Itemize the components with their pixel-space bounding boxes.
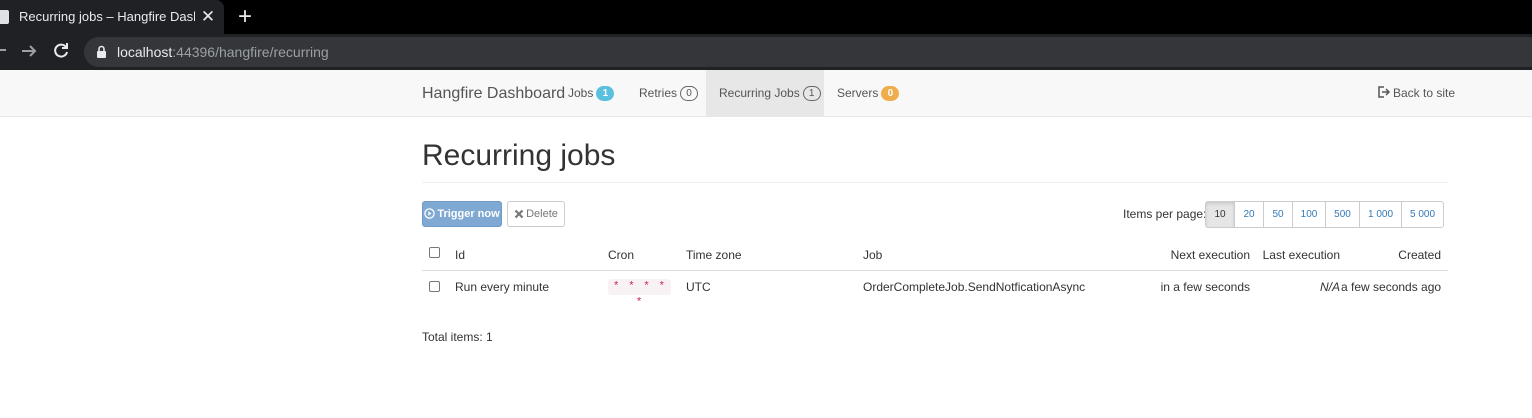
total-items-text: Total items: 1 (422, 330, 493, 344)
page-size-selector: 10 20 50 100 500 1 000 5 000 (1205, 201, 1444, 228)
nav-jobs-label: Jobs (568, 86, 594, 100)
trigger-now-button[interactable]: Trigger now (422, 201, 502, 227)
recurring-jobs-count-badge: 1 (802, 86, 821, 101)
page-size-option[interactable]: 100 (1292, 201, 1326, 228)
page-icon (0, 10, 9, 24)
column-header-last-execution: Last execution (1262, 248, 1340, 262)
table-header-divider (422, 270, 1448, 271)
cron-expression: * * * * * (608, 279, 671, 309)
back-arrow-icon[interactable] (0, 49, 6, 51)
created-cell: a few seconds ago (1341, 280, 1442, 294)
select-all-checkbox[interactable] (429, 247, 440, 258)
column-header-cron: Cron (608, 248, 635, 262)
column-header-next-execution: Next execution (1170, 248, 1250, 262)
back-to-site-link[interactable]: Back to site (1378, 84, 1455, 102)
column-header-id: Id (455, 248, 466, 262)
nav-recurring-jobs[interactable]: Recurring Jobs 1 (706, 70, 824, 116)
log-out-icon (1378, 86, 1391, 98)
page-size-option[interactable]: 1 000 (1359, 201, 1402, 228)
remove-icon (514, 209, 524, 219)
back-to-site-label: Back to site (1393, 86, 1456, 100)
brand-link[interactable]: Hangfire Dashboard (422, 84, 565, 104)
column-header-time-zone: Time zone (686, 248, 742, 262)
servers-count-badge: 0 (881, 86, 900, 101)
url-text: localhost:44396/hangfire/recurring (117, 44, 329, 60)
nav-retries-label: Retries (639, 86, 678, 100)
page-size-option[interactable]: 20 (1234, 201, 1264, 228)
trigger-now-label: Trigger now (437, 208, 500, 220)
address-bar[interactable]: localhost:44396/hangfire/recurring (84, 37, 1532, 67)
jobs-count-badge: 1 (596, 86, 615, 101)
nav-recurring-jobs-label: Recurring Jobs (719, 86, 800, 100)
delete-label: Delete (526, 208, 558, 220)
next-execution-cell: in a few seconds (1160, 280, 1250, 294)
lock-icon (97, 45, 106, 58)
nav-jobs[interactable]: Jobs 1 (568, 70, 615, 116)
title-divider (422, 182, 1448, 183)
new-tab-button[interactable]: + (234, 5, 256, 29)
dashboard-navbar: Hangfire Dashboard Jobs 1 Retries 0 Recurr… (0, 70, 1532, 117)
browser-toolbar: localhost:44396/hangfire/recurring (0, 34, 1532, 70)
column-header-created: Created (1398, 248, 1441, 262)
row-checkbox[interactable] (429, 281, 440, 292)
page-size-option[interactable]: 10 (1205, 201, 1235, 228)
items-per-page-label: Items per page: (1123, 207, 1207, 221)
last-execution-cell: N/A (1319, 280, 1340, 294)
browser-tab-strip: Recurring jobs – Hangfire Dashbo ✕ + (0, 0, 1532, 34)
browser-tab[interactable]: Recurring jobs – Hangfire Dashbo ✕ (0, 0, 224, 34)
reload-icon[interactable] (52, 41, 70, 61)
job-method-cell: OrderCompleteJob.SendNotficationAsync (863, 280, 1086, 294)
time-zone-cell: UTC (686, 280, 711, 294)
nav-servers[interactable]: Servers 0 (837, 70, 900, 116)
page-size-option[interactable]: 5 000 (1401, 201, 1444, 228)
job-id-link[interactable]: Run every minute (455, 279, 549, 295)
close-tab-icon[interactable]: ✕ (199, 8, 217, 26)
play-circle-icon (424, 208, 436, 219)
nav-servers-label: Servers (837, 86, 879, 100)
retries-count-badge: 0 (680, 86, 699, 101)
tab-title: Recurring jobs – Hangfire Dashbo (19, 9, 195, 24)
nav-retries[interactable]: Retries 0 (639, 70, 699, 116)
column-header-job: Job (863, 248, 883, 262)
delete-button[interactable]: Delete (507, 201, 565, 227)
page-title: Recurring jobs (422, 139, 616, 172)
url-host: localhost (117, 44, 173, 60)
page-size-option[interactable]: 50 (1263, 201, 1293, 228)
page-size-option[interactable]: 500 (1325, 201, 1360, 228)
forward-arrow-icon[interactable] (20, 41, 38, 61)
url-path: :44396/hangfire/recurring (172, 44, 329, 60)
